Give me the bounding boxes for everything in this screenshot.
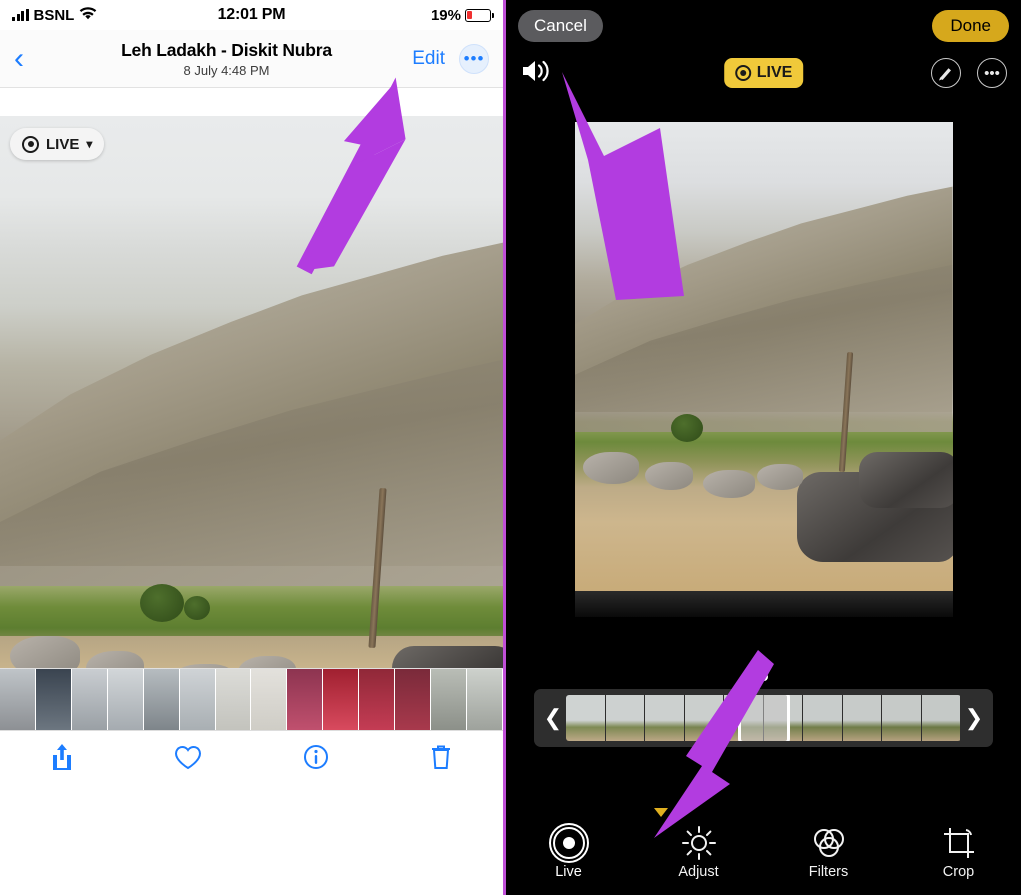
editor-tool-row: LIVE ••• [506,46,1021,100]
scrubber-frames[interactable] [566,695,961,741]
scrubber-frame[interactable] [803,695,843,741]
editor-photo-bottom-edge [574,591,953,617]
filmstrip-thumb[interactable] [107,669,144,730]
editor-bush [670,414,703,442]
live-badge-label: LIVE [46,135,80,153]
bush-shrub [140,584,184,622]
navigation-bar: ‹ Leh Ladakh - Diskit Nubra 8 July 4:48 … [0,30,503,88]
status-bar-clock: 12:01 PM [217,6,286,23]
tab-filters[interactable]: Filters [791,823,867,881]
more-ellipsis-icon[interactable]: ••• [977,58,1007,88]
filters-circles-icon [791,823,867,863]
editor-dark-rock [858,452,953,508]
chevron-down-icon: ▾ [86,137,93,151]
live-photo-scrubber[interactable]: ❮ ❯ [534,673,993,747]
cancel-button[interactable]: Cancel [518,10,603,42]
speaker-on-icon[interactable] [520,57,554,89]
scrubber-position-dot [759,673,768,681]
photo-date-subtitle: 8 July 4:48 PM [183,62,270,78]
bush-shrub [184,596,210,620]
trash-icon[interactable] [429,743,453,775]
filmstrip-thumb[interactable] [35,669,72,730]
photo-viewer[interactable]: LIVE ▾ [0,116,503,786]
editor-top-bar: Cancel Done [506,0,1021,46]
tab-adjust-label: Adjust [678,864,719,880]
done-button[interactable]: Done [932,10,1009,42]
key-photo-marker [654,808,668,817]
more-ellipsis-icon[interactable]: ••• [459,43,489,74]
scrubber-frame[interactable] [566,695,606,741]
photo-filmstrip[interactable] [0,668,503,730]
filmstrip-thumb[interactable] [143,669,180,730]
scrubber-frame[interactable] [921,695,961,741]
scrubber-left-arrow[interactable]: ❮ [540,705,566,731]
editor-gray-rock [702,470,755,498]
markup-pen-icon[interactable] [931,58,961,88]
heart-icon[interactable] [174,744,202,774]
tab-crop[interactable]: Crop [921,823,997,881]
editor-tab-bar: Live Adjust Filters Crop [506,823,1021,887]
filmstrip-thumb[interactable] [179,669,216,730]
battery-low-icon [465,8,494,22]
live-photo-icon [22,135,39,153]
live-pill-label: LIVE [756,64,793,81]
crop-rotate-icon [921,823,997,863]
live-photo-icon [734,65,751,81]
right-phone-photo-editor: Cancel Done LIVE ••• ❮ ❯ Live Adjust Fil… [506,0,1021,895]
screenshot-root: BSNL 12:01 PM 19% ‹ Leh Ladakh - Diskit … [0,0,1024,895]
editor-right-icons: ••• [931,58,1007,88]
tab-adjust[interactable]: Adjust [661,823,737,881]
page-title: Leh Ladakh - Diskit Nubra [121,39,332,60]
editor-gray-rock [756,464,803,490]
edit-button[interactable]: Edit [412,48,445,70]
filmstrip-thumb[interactable] [215,669,252,730]
photo-action-bar [0,730,503,786]
editor-gray-rock [644,462,693,490]
nav-right-actions: Edit ••• [412,43,489,74]
filmstrip-thumb[interactable] [323,669,360,730]
scrubber-frame[interactable] [842,695,882,741]
filmstrip-thumb[interactable] [251,669,288,730]
tab-crop-label: Crop [942,864,975,880]
filmstrip-thumb[interactable] [466,669,503,730]
scrubber-frame[interactable] [645,695,685,741]
tab-live-label: Live [555,864,582,880]
info-icon[interactable] [303,744,329,774]
live-toggle-pill[interactable]: LIVE [723,58,804,88]
share-icon[interactable] [50,742,74,776]
filmstrip-thumb[interactable] [431,669,467,730]
nav-spacer [0,88,503,116]
scrubber-frame[interactable] [882,695,922,741]
status-bar: BSNL 12:01 PM 19% [0,0,503,30]
filmstrip-thumb[interactable] [0,669,36,730]
scrubber-frame[interactable] [684,695,724,741]
left-phone-photos-viewer: BSNL 12:01 PM 19% ‹ Leh Ladakh - Diskit … [0,0,506,895]
filmstrip-thumb[interactable] [287,669,324,730]
filmstrip-thumb[interactable] [395,669,432,730]
tab-filters-label: Filters [808,864,849,880]
live-photo-rings [548,823,589,863]
nav-title-block: Leh Ladakh - Diskit Nubra 8 July 4:48 PM [60,40,393,78]
filmstrip-thumb[interactable] [71,669,108,730]
filmstrip-thumb[interactable] [359,669,396,730]
live-photo-icon [531,823,607,863]
scrubber-handle[interactable] [737,695,790,741]
scrubber-frame[interactable] [605,695,645,741]
scrubber-right-arrow[interactable]: ❯ [961,705,987,731]
editor-photo-canvas[interactable] [574,122,953,617]
editor-gray-rock [582,452,639,484]
adjust-dial-icon [661,823,737,863]
back-chevron-icon[interactable]: ‹ [14,43,24,74]
live-photo-badge[interactable]: LIVE ▾ [10,128,105,160]
tab-live[interactable]: Live [531,823,607,881]
